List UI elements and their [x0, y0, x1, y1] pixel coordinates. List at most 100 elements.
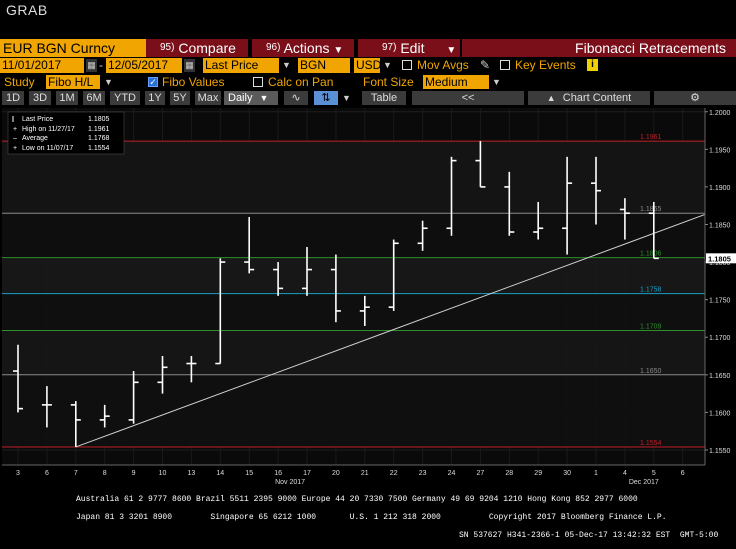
- font-size-label: Font Size: [363, 75, 414, 89]
- gear-icon[interactable]: ⚙: [654, 91, 736, 105]
- chevron-down-icon[interactable]: ▼: [342, 91, 354, 105]
- range-ytd-button[interactable]: YTD: [110, 91, 140, 105]
- currency-select[interactable]: USD: [354, 58, 381, 73]
- table-button[interactable]: Table: [362, 91, 406, 105]
- last-price-tag-label: 1.1805: [708, 254, 731, 263]
- font-size-select[interactable]: Medium: [423, 75, 489, 89]
- edit-num: 97): [382, 42, 397, 53]
- range-5y-button[interactable]: 5Y: [170, 91, 190, 105]
- y-tick-label: 1.1600: [709, 410, 731, 417]
- x-tick-label: 30: [563, 470, 571, 477]
- edit-button[interactable]: 97) Edit ▼: [358, 39, 460, 57]
- x-tick-label: 21: [361, 470, 369, 477]
- fib-band: [2, 374, 705, 447]
- x-tick-label: 29: [534, 470, 542, 477]
- start-date-input[interactable]: 11/01/2017: [0, 58, 84, 73]
- period-select[interactable]: Daily ▼: [224, 91, 278, 105]
- fib-label: 1.1554: [640, 440, 662, 447]
- x-tick-label: 13: [188, 470, 196, 477]
- end-date-input[interactable]: 12/05/2017: [106, 58, 182, 73]
- key-events-checkbox[interactable]: [500, 60, 510, 70]
- calendar-icon[interactable]: ▦: [184, 59, 195, 72]
- footer-line-2: Japan 81 3 3201 8900 Singapore 65 6212 1…: [76, 513, 667, 522]
- y-tick-label: 1.2000: [709, 110, 731, 117]
- study-label: Study: [4, 75, 35, 89]
- study-select[interactable]: Fibo H/L: [46, 75, 100, 89]
- x-tick-label: 9: [132, 470, 136, 477]
- fib-label: 1.1650: [640, 368, 662, 375]
- range-3d-button[interactable]: 3D: [29, 91, 51, 105]
- x-tick-label: 1: [594, 470, 598, 477]
- source-input[interactable]: BGN: [298, 58, 350, 73]
- security-field[interactable]: EUR BGN Curncy: [0, 39, 146, 57]
- x-month-label: Dec 2017: [629, 479, 659, 486]
- x-tick-label: 28: [505, 470, 513, 477]
- legend-average-marker-icon: –: [13, 135, 17, 142]
- chart-content-button[interactable]: ▲ Chart Content: [528, 91, 650, 105]
- x-tick-label: 3: [16, 470, 20, 477]
- y-tick-label: 1.1750: [709, 298, 731, 305]
- chevron-down-icon[interactable]: ▼: [383, 58, 393, 73]
- price-chart[interactable]: 1.1961 1.1865 1.1806 1.1758 1.1709 1.1650 1.15…: [0, 106, 736, 486]
- fib-label: 1.1961: [640, 134, 662, 141]
- y-tick-label: 1.1550: [709, 448, 731, 455]
- y-tick-label: 1.1700: [709, 335, 731, 342]
- fibo-values-checkbox[interactable]: ✓: [148, 77, 158, 87]
- x-tick-label: 22: [390, 470, 398, 477]
- fib-band: [2, 213, 705, 258]
- chart-legend: Last Price 1.1805 + High on 11/27/17 1.1…: [7, 111, 125, 155]
- fib-band: [2, 293, 705, 331]
- y-axis: 1.20001.19501.19001.18501.18001.17501.17…: [704, 106, 736, 486]
- legend-high-value: 1.1961: [88, 126, 110, 133]
- price-field-select[interactable]: Last Price: [203, 58, 279, 73]
- mov-avgs-checkbox[interactable]: [402, 60, 412, 70]
- chevron-down-icon[interactable]: ▼: [492, 75, 502, 89]
- legend-last-value: 1.1805: [88, 116, 110, 123]
- range-max-button[interactable]: Max: [195, 91, 221, 105]
- pencil-icon[interactable]: ✎: [480, 58, 492, 73]
- range-1m-button[interactable]: 1M: [56, 91, 78, 105]
- bar-chart-icon[interactable]: ⇅: [314, 91, 338, 105]
- x-tick-label: 4: [623, 470, 627, 477]
- fib-band: [2, 330, 705, 375]
- date-separator: -: [99, 58, 103, 72]
- legend-low-value: 1.1554: [88, 145, 110, 152]
- range-6m-button[interactable]: 6M: [83, 91, 105, 105]
- actions-button[interactable]: 96) Actions ▼: [252, 39, 354, 57]
- calc-on-pan-checkbox[interactable]: [253, 77, 263, 87]
- compare-button[interactable]: 95) Compare: [146, 39, 248, 57]
- legend-last-label: Last Price: [22, 116, 53, 123]
- legend-high-label: High on 11/27/17: [22, 126, 75, 133]
- legend-low-label: Low on 11/07/17: [22, 145, 73, 152]
- legend-average-label: Average: [22, 135, 48, 142]
- x-tick-label: 5: [652, 470, 656, 477]
- range-1y-button[interactable]: 1Y: [145, 91, 165, 105]
- x-month-label: Nov 2017: [275, 479, 305, 486]
- chevron-down-icon[interactable]: ▼: [104, 75, 114, 89]
- calendar-icon[interactable]: ▦: [86, 59, 97, 72]
- fib-label: 1.1758: [640, 287, 662, 294]
- fibonacci-levels: 1.1961 1.1865 1.1806 1.1758 1.1709 1.1650 1.15…: [2, 134, 705, 448]
- x-tick-label: 8: [103, 470, 107, 477]
- x-tick-label: 7: [74, 470, 78, 477]
- x-tick-label: 24: [448, 470, 456, 477]
- chevron-down-icon: ▼: [259, 93, 269, 103]
- y-tick-label: 1.1900: [709, 185, 731, 192]
- legend-high-marker-icon: +: [13, 126, 17, 133]
- mov-avgs-label: Mov Avgs: [417, 58, 469, 72]
- range-1d-button[interactable]: 1D: [2, 91, 24, 105]
- compare-label: Compare: [178, 40, 236, 56]
- y-axis-background: [705, 106, 736, 486]
- calc-on-pan-label: Calc on Pan: [268, 75, 334, 89]
- compare-num: 95): [160, 42, 175, 53]
- chevron-down-icon[interactable]: ▼: [282, 58, 294, 73]
- x-tick-label: 14: [216, 470, 224, 477]
- pan-left-button[interactable]: <<: [412, 91, 524, 105]
- line-chart-icon[interactable]: ∿: [284, 91, 308, 105]
- period-label: Daily: [228, 92, 253, 104]
- info-icon[interactable]: i: [587, 59, 598, 71]
- key-events-label: Key Events: [515, 58, 576, 72]
- x-tick-label: 23: [419, 470, 427, 477]
- x-tick-label: 20: [332, 470, 340, 477]
- y-tick-label: 1.1950: [709, 147, 731, 154]
